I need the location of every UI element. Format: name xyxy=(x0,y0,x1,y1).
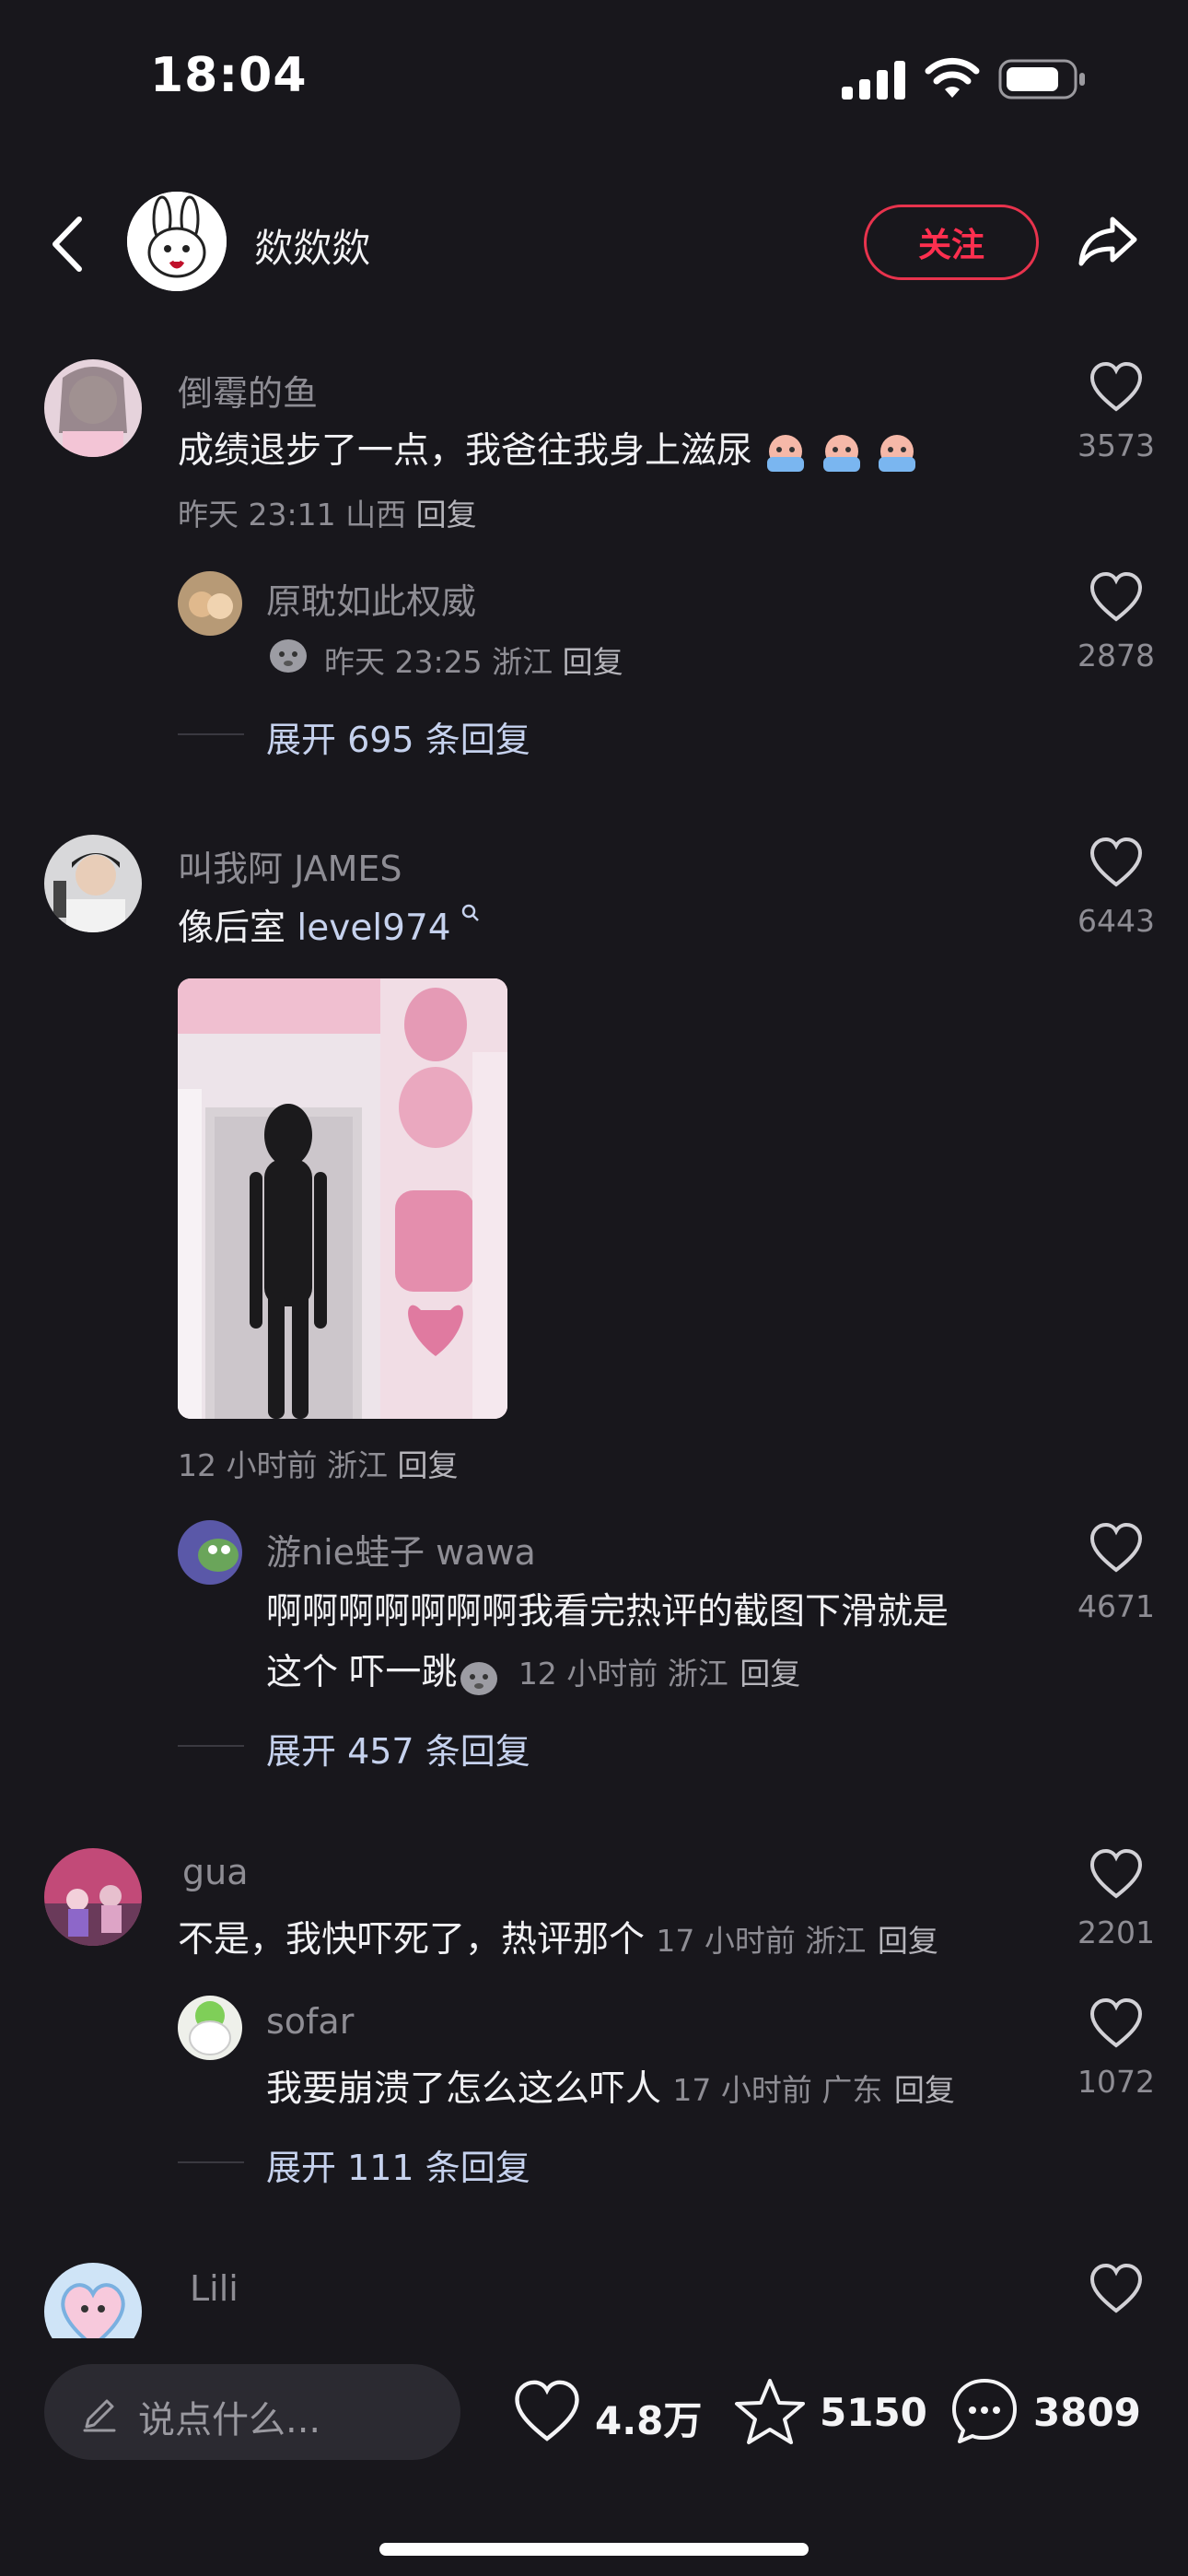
reply-avatar[interactable] xyxy=(178,1520,242,1585)
heart-icon[interactable] xyxy=(1089,1848,1144,1900)
reply-button[interactable]: 回复 xyxy=(416,497,477,533)
home-indicator[interactable] xyxy=(379,2543,809,2556)
like-count: 4671 xyxy=(1077,1588,1155,1624)
favorite-star-icon[interactable] xyxy=(733,2375,807,2447)
reply-button[interactable]: 回复 xyxy=(563,644,623,680)
reply-button[interactable]: 回复 xyxy=(894,2072,955,2108)
reply-username[interactable]: 游nie蛙子 wawa xyxy=(266,1524,536,1575)
comment-time-location: 17 小时前 浙江 xyxy=(656,1923,867,1959)
reply-button[interactable]: 回复 xyxy=(397,1447,458,1483)
comment-username[interactable]: gua xyxy=(182,1852,249,1892)
author-name[interactable]: 欻欻欻 xyxy=(254,217,370,274)
comment-time-location: 昨天 23:11 山西 xyxy=(178,497,407,533)
comment-username[interactable]: 倒霉的鱼 xyxy=(178,365,318,416)
wifi-icon xyxy=(925,57,980,98)
reply-username[interactable]: 原耽如此权威 xyxy=(266,573,476,624)
expand-replies-link[interactable]: 展开 111 条回复 xyxy=(266,2139,530,2190)
pencil-icon xyxy=(83,2399,116,2432)
comment-bubble-icon[interactable] xyxy=(949,2375,1020,2447)
reply-time-location: 昨天 23:25 浙江 xyxy=(324,644,553,680)
like-count: 2878 xyxy=(1077,638,1155,673)
reply-button[interactable]: 回复 xyxy=(740,1656,800,1692)
heart-icon[interactable] xyxy=(1089,361,1144,413)
heart-icon[interactable] xyxy=(1089,2263,1144,2314)
reply-text: 我要崩溃了怎么这么吓人 17 小时前 广东 回复 xyxy=(266,2060,955,2112)
back-chevron-icon[interactable] xyxy=(46,212,88,276)
comment-text: 像后室 level974 xyxy=(178,899,451,951)
reply-time-location: 17 小时前 广东 xyxy=(672,2072,883,2108)
heart-icon[interactable] xyxy=(1089,1522,1144,1574)
reply-avatar[interactable] xyxy=(178,571,242,636)
like-count: 3573 xyxy=(1077,427,1155,463)
cellular-signal-icon xyxy=(842,61,905,100)
expand-replies-link[interactable]: 展开 457 条回复 xyxy=(266,1723,530,1774)
commenter-avatar[interactable] xyxy=(44,1848,142,1946)
reply-text-line1: 啊啊啊啊啊啊啊我看完热评的截图下滑就是 xyxy=(266,1591,949,1633)
reply-avatar[interactable] xyxy=(178,1996,242,2060)
like-count: 1072 xyxy=(1077,2064,1155,2100)
like-count: 6443 xyxy=(1077,903,1155,939)
reply-meta: 昨天 23:25 浙江 回复 xyxy=(324,638,623,682)
gray-face-emoji-icon xyxy=(270,639,307,673)
comment-meta: 12 小时前 浙江 回复 xyxy=(178,1441,458,1485)
heart-icon[interactable] xyxy=(1089,571,1144,623)
search-icon[interactable] xyxy=(460,903,481,923)
battery-icon xyxy=(998,59,1085,100)
reply-text-line2: 这个 吓一跳 12 小时前 浙江 回复 xyxy=(266,1644,800,1697)
reply-time-location: 12 小时前 浙江 xyxy=(518,1656,728,1692)
heart-icon[interactable] xyxy=(1089,1997,1144,2049)
comment-meta: 昨天 23:11 山西 回复 xyxy=(178,490,477,534)
comment-username[interactable]: Lili xyxy=(190,2268,239,2309)
expand-replies-link[interactable]: 展开 695 条回复 xyxy=(266,711,530,762)
follow-button[interactable]: 关注 xyxy=(864,205,1039,280)
comment-text-content: 像后室 xyxy=(178,907,297,949)
comment-total: 3809 xyxy=(1033,2390,1141,2435)
share-icon[interactable] xyxy=(1076,208,1140,273)
gray-face-emoji-icon xyxy=(460,1661,498,1695)
reply-button[interactable]: 回复 xyxy=(878,1923,938,1959)
like-total: 4.8万 xyxy=(595,2398,703,2443)
crying-emoji-icon xyxy=(752,430,919,472)
status-time: 18:04 xyxy=(150,48,308,103)
comment-text: 成绩退步了一点，我爸往我身上滋尿 xyxy=(178,422,919,475)
reply-text-content: 这个 吓一跳 xyxy=(266,1652,458,1693)
comment-text-content: 成绩退步了一点，我爸往我身上滋尿 xyxy=(178,430,753,472)
reply-text-content: 我要崩溃了怎么这么吓人 xyxy=(266,2068,662,2110)
reply-username[interactable]: sofar xyxy=(266,2001,354,2042)
expand-divider xyxy=(178,733,244,735)
comment-input-placeholder[interactable]: 说点什么... xyxy=(138,2390,320,2443)
heart-icon[interactable] xyxy=(1089,837,1144,888)
like-heart-icon[interactable] xyxy=(512,2379,582,2443)
comment-image[interactable] xyxy=(178,978,507,1419)
expand-divider xyxy=(178,1745,244,1747)
favorite-total: 5150 xyxy=(820,2390,927,2435)
like-count: 2201 xyxy=(1077,1914,1155,1950)
author-avatar[interactable] xyxy=(127,192,227,291)
comment-text-content: 不是，我快吓死了，热评那个 xyxy=(178,1919,646,1961)
search-keyword-link[interactable]: level974 xyxy=(297,907,450,949)
comment-text: 不是，我快吓死了，热评那个 17 小时前 浙江 回复 xyxy=(178,1911,938,1962)
commenter-avatar[interactable] xyxy=(44,835,142,932)
comment-username[interactable]: 叫我阿 JAMES xyxy=(178,840,402,891)
commenter-avatar[interactable] xyxy=(44,359,142,457)
comment-time-location: 12 小时前 浙江 xyxy=(178,1447,388,1483)
expand-divider xyxy=(178,2161,244,2163)
